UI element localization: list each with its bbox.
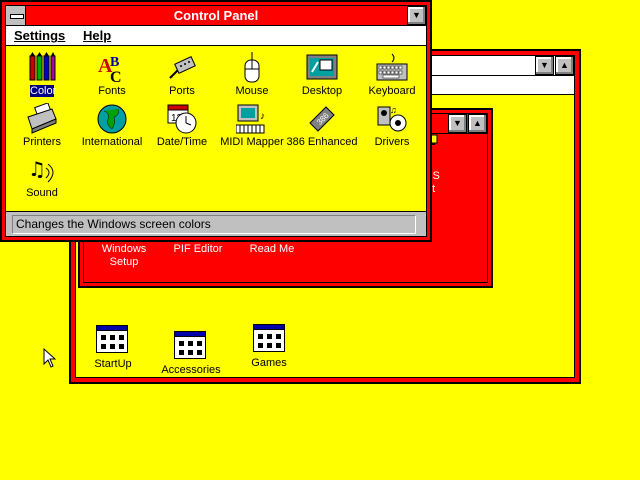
system-menu-icon	[10, 14, 24, 19]
window-title: Control Panel	[173, 8, 259, 23]
minimize-icon: ▼	[540, 60, 549, 70]
main-minimize-button[interactable]: ▼	[448, 114, 467, 133]
main-item-pif-editor[interactable]: PIF Editor	[166, 243, 230, 256]
sound-icon: ♫	[28, 157, 54, 183]
svg-text:♫: ♫	[28, 157, 46, 181]
group-label-accessories[interactable]: Accessories	[156, 364, 226, 376]
mouse-icon	[244, 52, 260, 83]
accessories-group-icon[interactable]	[174, 331, 206, 359]
menu-settings[interactable]: Settings	[14, 28, 65, 43]
svg-text:C: C	[110, 69, 122, 84]
control-panel-client: Control Panel ▼ Settings Help Color A B …	[5, 5, 427, 237]
cp-label-drivers: Drivers	[374, 136, 410, 148]
svg-text:♫: ♫	[390, 105, 397, 115]
cp-label-keyboard: Keyboard	[368, 85, 416, 97]
control-panel-titlebar[interactable]: Control Panel ▼	[6, 6, 426, 26]
desktop-icon	[306, 54, 338, 80]
cp-label-sound: Sound	[26, 187, 58, 199]
cp-item-drivers[interactable]: ♫ Drivers	[357, 103, 427, 149]
control-panel-window[interactable]: Control Panel ▼ Settings Help Color A B …	[0, 0, 432, 242]
control-panel-icons: Color A B C Fonts Ports Mouse Desktop Ke…	[6, 46, 426, 212]
chip-icon: 386	[309, 106, 335, 132]
minimize-icon: ▼	[453, 118, 462, 128]
menu-help[interactable]: Help	[83, 28, 111, 43]
clock-icon: 12	[167, 104, 197, 134]
svg-text:♪: ♪	[260, 111, 265, 122]
maximize-icon: ▲	[473, 118, 482, 128]
globe-icon	[97, 104, 127, 134]
fonts-icon: A B C	[98, 55, 122, 84]
control-panel-menubar: Settings Help	[6, 26, 426, 46]
main-item-windows-setup[interactable]: Windows Setup	[92, 243, 156, 269]
main-maximize-button[interactable]: ▲	[468, 114, 487, 133]
group-label-startup[interactable]: StartUp	[82, 358, 144, 370]
keyboard-icon	[376, 53, 408, 81]
minimize-button[interactable]: ▼	[535, 56, 554, 75]
drivers-icon: ♫	[377, 105, 407, 132]
main-item-read-me[interactable]: Read Me	[240, 243, 304, 256]
startup-group-icon[interactable]	[96, 325, 128, 353]
ports-icon	[169, 56, 196, 79]
maximize-button[interactable]: ▲	[555, 56, 574, 75]
minimize-icon: ▼	[412, 10, 421, 20]
cp-item-sound[interactable]: ♫ Sound	[7, 154, 77, 200]
group-label-games[interactable]: Games	[239, 357, 299, 369]
mouse-cursor-icon	[43, 348, 57, 368]
cp-label-color: Color	[30, 85, 57, 97]
games-group-icon[interactable]	[253, 324, 285, 352]
minimize-button[interactable]: ▼	[407, 6, 426, 25]
midi-icon: ♪	[236, 104, 265, 134]
status-bar: Changes the Windows screen colors	[6, 211, 426, 236]
svg-text:B: B	[110, 55, 119, 70]
system-menu-button[interactable]	[6, 6, 26, 25]
maximize-icon: ▲	[560, 60, 569, 70]
printer-icon	[27, 103, 57, 134]
cp-item-keyboard[interactable]: Keyboard	[357, 52, 427, 98]
status-text: Changes the Windows screen colors	[12, 215, 416, 234]
color-icon	[29, 52, 56, 81]
